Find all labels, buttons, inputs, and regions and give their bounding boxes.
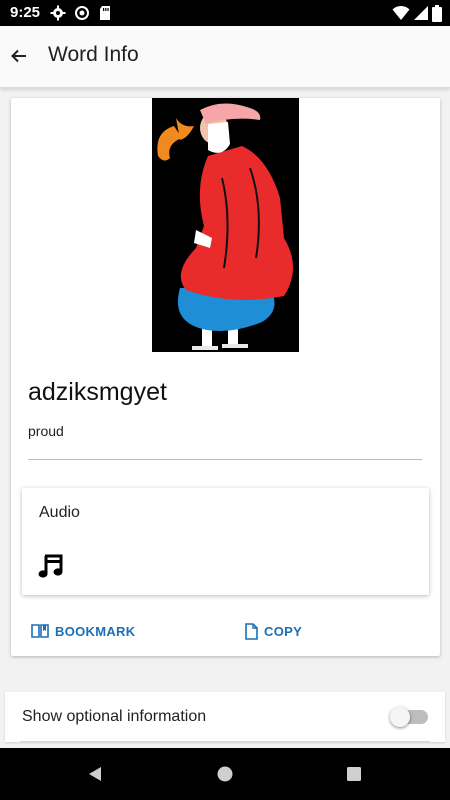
word-card: adziksmgyet proud Audio BOOKMARK COPY: [11, 98, 440, 656]
back-arrow-icon[interactable]: [8, 45, 30, 67]
bookmark-button[interactable]: BOOKMARK: [31, 621, 135, 641]
word-title: adziksmgyet: [28, 378, 167, 406]
status-time: 9:25: [10, 4, 41, 21]
audio-label: Audio: [39, 504, 80, 521]
copy-label: COPY: [264, 623, 303, 639]
wifi-icon: [392, 5, 410, 20]
sd-card-icon: [100, 6, 110, 20]
battery-icon: [432, 5, 442, 22]
nav-recents-icon[interactable]: [344, 764, 364, 784]
copy-button[interactable]: COPY: [244, 621, 302, 641]
status-bar: 9:25: [0, 0, 450, 26]
optional-info-row[interactable]: Show optional information: [5, 692, 445, 742]
audio-card: Audio: [22, 488, 429, 595]
bookmark-label: BOOKMARK: [55, 623, 136, 639]
app-bar: Word Info: [0, 26, 450, 88]
page-title: Word Info: [48, 43, 139, 66]
divider: [28, 459, 422, 460]
divider: [20, 741, 430, 742]
book-icon: [31, 624, 49, 638]
optional-info-label: Show optional information: [22, 708, 207, 725]
settings-icon: [50, 5, 66, 21]
music-note-icon[interactable]: [37, 552, 65, 580]
toggle-thumb: [390, 707, 410, 727]
optional-info-toggle[interactable]: [390, 707, 430, 727]
system-nav-bar: [0, 748, 450, 800]
data-saver-icon: [75, 6, 89, 20]
copy-icon: [245, 622, 258, 640]
nav-home-icon[interactable]: [215, 764, 235, 784]
word-translation: proud: [28, 423, 64, 439]
nav-back-icon[interactable]: [85, 764, 105, 784]
word-illustration: [152, 98, 299, 352]
cell-signal-icon: [414, 6, 428, 20]
